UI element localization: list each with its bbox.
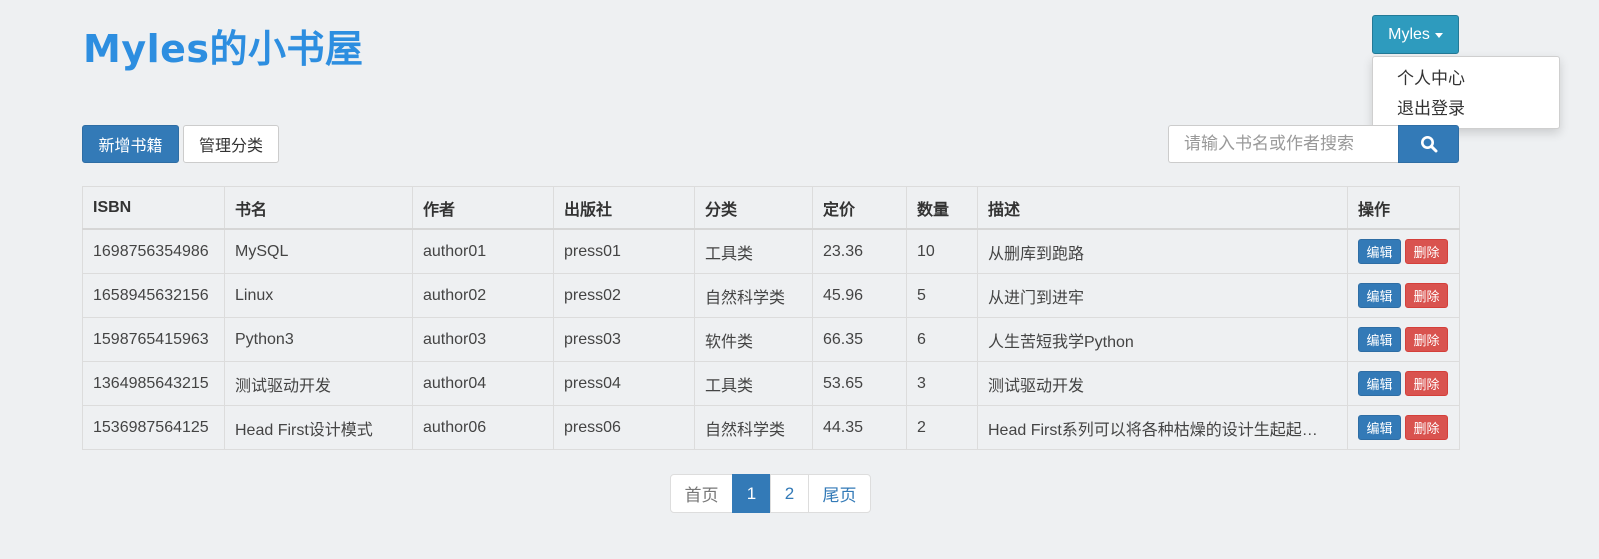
cell-isbn: 1598765415963 — [82, 317, 225, 362]
column-header: 出版社 — [553, 186, 695, 230]
cell-description: 人生苦短我学Python — [977, 317, 1348, 362]
cell-price: 45.96 — [812, 273, 907, 318]
cell-quantity: 10 — [906, 228, 978, 274]
cell-category: 软件类 — [694, 317, 813, 362]
page-first[interactable]: 首页 — [670, 474, 733, 513]
cell-press: press01 — [553, 228, 695, 274]
cell-title: MySQL — [224, 228, 413, 274]
cell-category: 工具类 — [694, 228, 813, 274]
cell-description: 从删库到跑路 — [977, 228, 1348, 274]
column-header: 书名 — [224, 186, 413, 230]
delete-button[interactable]: 删除 — [1405, 283, 1448, 308]
books-table: ISBN 书名 作者 出版社 分类 定价 数量 描述 操作 1698756354… — [82, 186, 1460, 450]
cell-title: 测试驱动开发 — [224, 361, 413, 406]
table-row: 1364985643215 测试驱动开发 author04 press04 工具… — [82, 361, 1460, 406]
table-row: 1536987564125 Head First设计模式 author06 pr… — [82, 405, 1460, 450]
edit-button[interactable]: 编辑 — [1358, 239, 1401, 264]
cell-title: Head First设计模式 — [224, 405, 413, 450]
cell-press: press02 — [553, 273, 695, 318]
cell-category: 自然科学类 — [694, 273, 813, 318]
cell-quantity: 3 — [906, 361, 978, 406]
cell-author: author02 — [412, 273, 554, 318]
caret-down-icon — [1434, 33, 1443, 38]
column-header: 作者 — [412, 186, 554, 230]
cell-author: author01 — [412, 228, 554, 274]
column-header: 数量 — [906, 186, 978, 230]
site-title: Myles的小书屋 — [83, 27, 364, 71]
delete-button[interactable]: 删除 — [1405, 239, 1448, 264]
cell-actions: 编辑 删除 — [1347, 273, 1460, 318]
cell-quantity: 2 — [906, 405, 978, 450]
table-row: 1698756354986 MySQL author01 press01 工具类… — [82, 228, 1460, 274]
page-2[interactable]: 2 — [770, 474, 809, 513]
cell-quantity: 6 — [906, 317, 978, 362]
cell-isbn: 1658945632156 — [82, 273, 225, 318]
cell-actions: 编辑 删除 — [1347, 361, 1460, 406]
cell-actions: 编辑 删除 — [1347, 228, 1460, 274]
cell-price: 23.36 — [812, 228, 907, 274]
edit-button[interactable]: 编辑 — [1358, 415, 1401, 440]
user-menu-button-label: Myles — [1388, 25, 1430, 43]
cell-title: Python3 — [224, 317, 413, 362]
search-icon — [1420, 136, 1437, 153]
cell-description: 从进门到进牢 — [977, 273, 1348, 318]
menu-item-logout[interactable]: 退出登录 — [1373, 94, 1559, 124]
delete-button[interactable]: 删除 — [1405, 371, 1448, 396]
cell-press: press03 — [553, 317, 695, 362]
column-header: ISBN — [82, 186, 225, 230]
cell-description: 测试驱动开发 — [977, 361, 1348, 406]
page-1[interactable]: 1 — [732, 474, 771, 513]
column-header: 分类 — [694, 186, 813, 230]
manage-categories-button[interactable]: 管理分类 — [183, 125, 279, 163]
column-header: 操作 — [1347, 186, 1460, 230]
user-menu-button[interactable]: Myles — [1372, 15, 1459, 54]
cell-isbn: 1536987564125 — [82, 405, 225, 450]
cell-quantity: 5 — [906, 273, 978, 318]
delete-button[interactable]: 删除 — [1405, 327, 1448, 352]
menu-item-profile[interactable]: 个人中心 — [1373, 64, 1559, 94]
cell-actions: 编辑 删除 — [1347, 317, 1460, 362]
cell-author: author03 — [412, 317, 554, 362]
column-header: 描述 — [977, 186, 1348, 230]
table-header-row: ISBN 书名 作者 出版社 分类 定价 数量 描述 操作 — [82, 186, 1460, 230]
cell-description: Head First系列可以将各种枯燥的设计生起起… — [977, 405, 1348, 450]
column-header: 定价 — [812, 186, 907, 230]
search-input[interactable]: 请输入书名或作者搜索 — [1168, 125, 1398, 163]
cell-price: 44.35 — [812, 405, 907, 450]
cell-author: author06 — [412, 405, 554, 450]
cell-category: 工具类 — [694, 361, 813, 406]
cell-price: 66.35 — [812, 317, 907, 362]
cell-price: 53.65 — [812, 361, 907, 406]
search-button[interactable] — [1398, 125, 1459, 163]
cell-isbn: 1364985643215 — [82, 361, 225, 406]
add-book-button[interactable]: 新增书籍 — [82, 125, 179, 163]
cell-isbn: 1698756354986 — [82, 228, 225, 274]
page-last[interactable]: 尾页 — [808, 474, 871, 513]
table-row: 1658945632156 Linux author02 press02 自然科… — [82, 273, 1460, 318]
edit-button[interactable]: 编辑 — [1358, 283, 1401, 308]
cell-actions: 编辑 删除 — [1347, 405, 1460, 450]
cell-press: press06 — [553, 405, 695, 450]
user-dropdown-menu: 个人中心 退出登录 — [1372, 56, 1560, 129]
pagination: 首页 1 2 尾页 — [670, 474, 871, 513]
table-row: 1598765415963 Python3 author03 press03 软… — [82, 317, 1460, 362]
cell-author: author04 — [412, 361, 554, 406]
cell-press: press04 — [553, 361, 695, 406]
edit-button[interactable]: 编辑 — [1358, 327, 1401, 352]
cell-title: Linux — [224, 273, 413, 318]
cell-category: 自然科学类 — [694, 405, 813, 450]
edit-button[interactable]: 编辑 — [1358, 371, 1401, 396]
delete-button[interactable]: 删除 — [1405, 415, 1448, 440]
